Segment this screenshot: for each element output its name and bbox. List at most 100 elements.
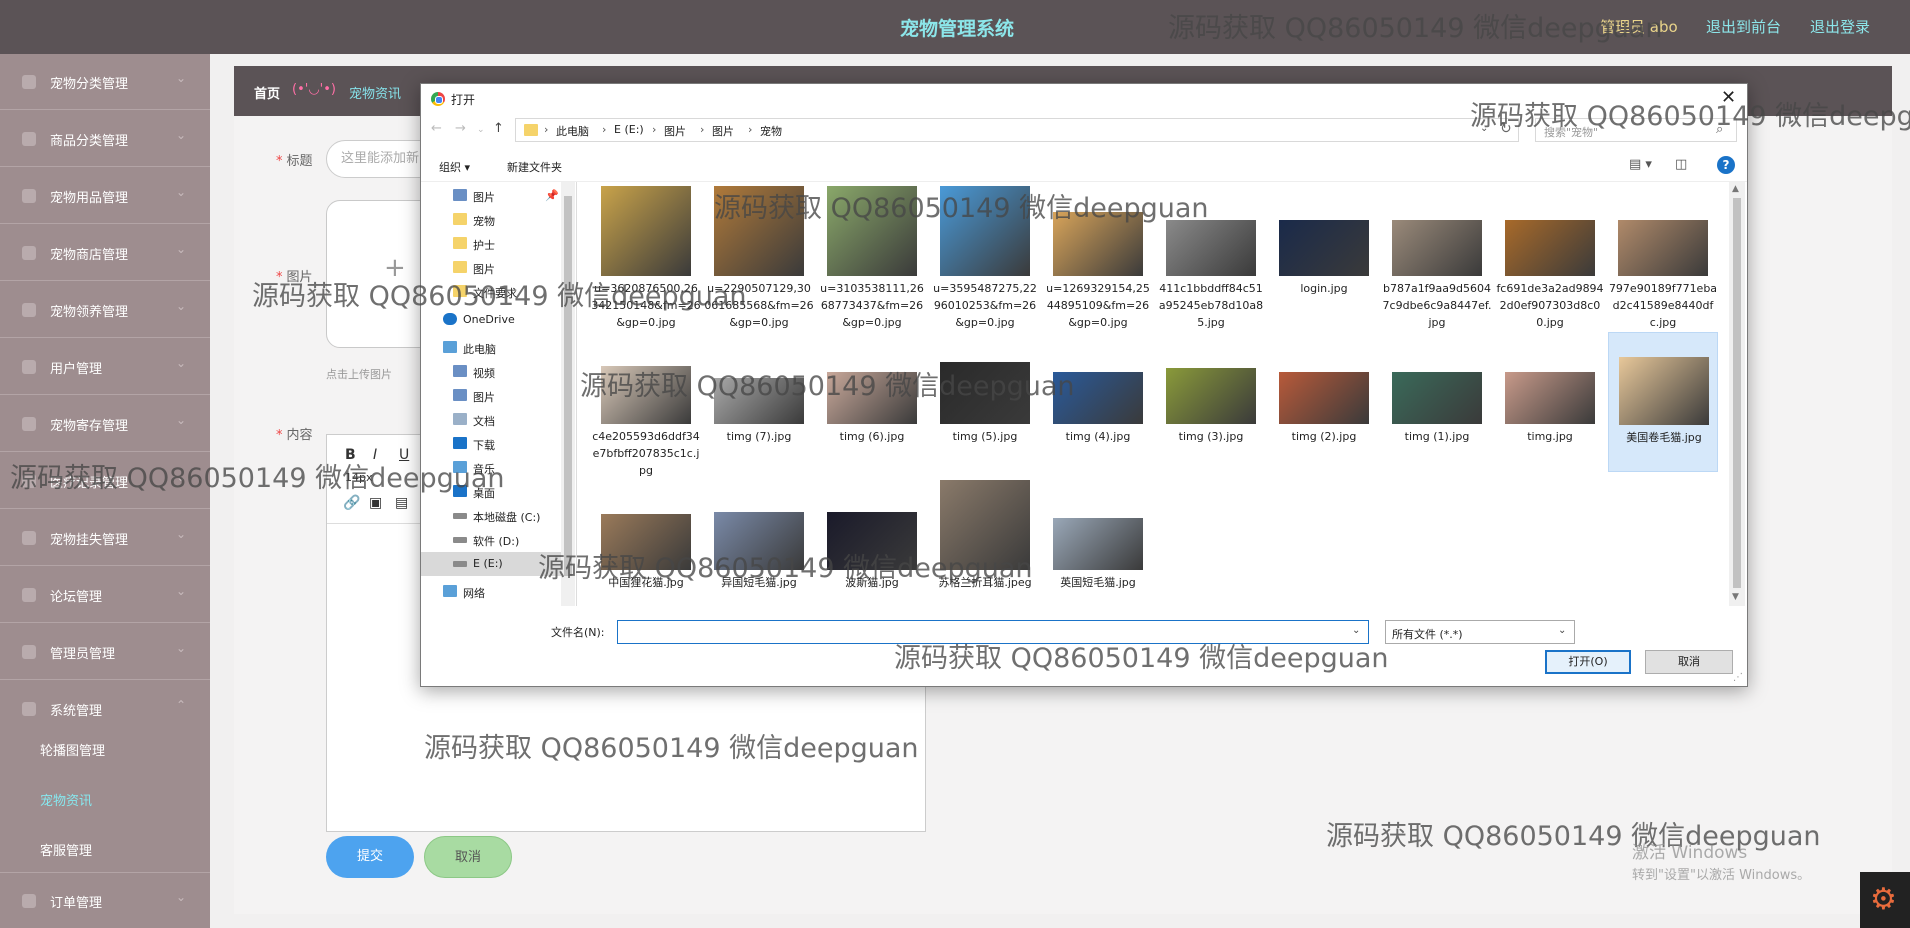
path-segment[interactable]: 此电脑 xyxy=(556,123,589,139)
nav-item-pictures-pinned[interactable]: 图片 📌 xyxy=(421,184,561,208)
refresh-icon[interactable]: ↻ xyxy=(1500,121,1512,137)
file-item[interactable]: timg (5).jpg xyxy=(930,332,1040,472)
cancel-button[interactable]: 取消 xyxy=(424,836,512,878)
file-item[interactable]: 411c1bbddff84c51a95245eb78d10a85.jpg xyxy=(1156,184,1266,329)
file-item[interactable]: u=1269329154,2544895109&fm=26&gp=0.jpg xyxy=(1043,184,1153,329)
file-item[interactable]: u=3103538111,2668773437&fm=26&gp=0.jpg xyxy=(817,184,927,329)
filetype-select[interactable]: 所有文件 (*.*) ⌄ xyxy=(1385,620,1575,644)
sidebar-subitem-customer-service[interactable]: 客服管理 xyxy=(40,840,92,859)
filename-input[interactable]: ⌄ xyxy=(617,620,1369,644)
file-item[interactable]: timg (3).jpg xyxy=(1156,332,1266,472)
link-icon[interactable]: 🔗 xyxy=(343,495,360,511)
video-icon[interactable]: ▤ xyxy=(395,495,408,511)
scroll-up-icon[interactable]: ▲ xyxy=(1732,184,1739,194)
file-item[interactable]: fc691de3a2ad98942d0ef907303d8c00.jpg xyxy=(1495,184,1605,329)
italic-button[interactable]: I xyxy=(373,447,377,463)
font-size-select[interactable]: 14px xyxy=(345,471,373,484)
file-item[interactable]: 中国狸花猫.jpg xyxy=(591,478,701,606)
sidebar-item-admins[interactable]: 管理员管理 ⌄ xyxy=(0,624,210,680)
nav-item-pictures-lib[interactable]: 图片 xyxy=(421,384,561,408)
open-button[interactable]: 打开(O) xyxy=(1545,650,1631,674)
chevron-down-icon[interactable]: ⌄ xyxy=(1480,123,1488,134)
up-arrow-icon[interactable]: ↑ xyxy=(493,121,504,136)
preview-pane-icon[interactable]: ◫ xyxy=(1675,157,1687,172)
sidebar-subitem-pet-news[interactable]: 宠物资讯 xyxy=(40,790,92,809)
dialog-cancel-button[interactable]: 取消 xyxy=(1645,650,1733,674)
chevron-down-icon[interactable]: ⌄ xyxy=(1352,625,1360,636)
nav-item-drive-c[interactable]: 本地磁盘 (C:) xyxy=(421,504,561,528)
file-item[interactable]: u=3595487275,2296010253&fm=26&gp=0.jpg xyxy=(930,184,1040,329)
path-segment[interactable]: 图片 xyxy=(712,123,734,139)
file-item[interactable]: timg (2).jpg xyxy=(1269,332,1379,472)
file-item[interactable]: 797e90189f771ebad2c41589e8440dfc.jpg xyxy=(1608,184,1718,329)
nav-item-onedrive[interactable]: OneDrive xyxy=(421,308,561,332)
sidebar-item-system[interactable]: 系统管理 ⌃ xyxy=(0,681,210,737)
path-segment[interactable]: 图片 xyxy=(664,123,686,139)
sidebar-item-pet-shop[interactable]: 宠物商店管理 ⌄ xyxy=(0,225,210,281)
file-item[interactable]: timg (6).jpg xyxy=(817,332,927,472)
file-item[interactable]: 苏格兰折耳猫.jpeg xyxy=(930,478,1040,606)
submit-button[interactable]: 提交 xyxy=(326,836,414,878)
path-segment[interactable]: 宠物 xyxy=(760,123,782,139)
organize-button[interactable]: 组织 ▾ xyxy=(439,159,470,175)
sidebar-item-pet-category[interactable]: 宠物分类管理 ⌄ xyxy=(0,54,210,110)
file-item[interactable]: timg (7).jpg xyxy=(704,332,814,472)
new-folder-button[interactable]: 新建文件夹 xyxy=(507,159,562,175)
underline-button[interactable]: U xyxy=(399,447,409,463)
file-item[interactable]: 波斯猫.jpg xyxy=(817,478,927,606)
nav-pane-scrollbar[interactable] xyxy=(561,182,575,606)
file-item[interactable]: login.jpg xyxy=(1269,184,1379,324)
sidebar-item-pet-boarding[interactable]: 宠物寄存管理 ⌄ xyxy=(0,396,210,452)
file-grid-scrollbar[interactable]: ▲ ▼ xyxy=(1729,182,1745,606)
file-item[interactable]: c4e205593d6ddf34e7bfbff207835c1c.jpg xyxy=(591,332,701,477)
sidebar-item-goods-category[interactable]: 商品分类管理 ⌄ xyxy=(0,111,210,167)
nav-item-documents[interactable]: 文档 xyxy=(421,408,561,432)
nav-item-pictures[interactable]: 图片 xyxy=(421,256,561,280)
path-segment[interactable]: E (E:) xyxy=(614,123,644,136)
nav-item-drive-e[interactable]: E (E:) xyxy=(421,552,561,576)
sidebar-item-pet-adoption[interactable]: 宠物领养管理 ⌄ xyxy=(0,282,210,338)
view-mode-icon[interactable]: ▤ ▾ xyxy=(1629,157,1652,172)
resize-grip-icon[interactable]: ⋰ xyxy=(1733,672,1743,683)
address-bar[interactable]: › 此电脑 › E (E:) › 图片 › 图片 › 宠物 ⌄ ↻ xyxy=(515,118,1519,142)
nav-item-nurse[interactable]: 护士 xyxy=(421,232,561,256)
scroll-down-icon[interactable]: ▼ xyxy=(1732,592,1739,602)
file-item[interactable]: 异国短毛猫.jpg xyxy=(704,478,814,606)
recent-dropdown-icon[interactable]: ⌄ xyxy=(477,125,485,135)
nav-item-this-pc[interactable]: 此电脑 xyxy=(421,336,561,360)
scrollbar-thumb[interactable] xyxy=(564,196,572,576)
nav-item-drive-d[interactable]: 软件 (D:) xyxy=(421,528,561,552)
file-item[interactable]: u=2290507129,30061685568&fm=26&gp=0.jpg xyxy=(704,184,814,329)
sidebar-item-forum[interactable]: 论坛管理 ⌄ xyxy=(0,567,210,623)
file-item[interactable]: 美国卷毛猫.jpg xyxy=(1608,332,1718,472)
scrollbar-thumb[interactable] xyxy=(1733,198,1741,588)
sidebar-item-medical[interactable]: 医疗记录管理 ⌄ xyxy=(0,453,210,509)
sidebar-item-pet-supplies[interactable]: 宠物用品管理 ⌄ xyxy=(0,168,210,224)
nav-item-pets[interactable]: 宠物 xyxy=(421,208,561,232)
file-item[interactable]: u=3620876500,26342150148&fm=26&gp=0.jpg xyxy=(591,184,701,329)
bold-button[interactable]: B xyxy=(345,447,356,463)
back-arrow-icon[interactable]: ← xyxy=(431,121,442,136)
settings-gear-icon[interactable]: ⚙ xyxy=(1860,872,1910,928)
sidebar-item-users[interactable]: 用户管理 ⌄ xyxy=(0,339,210,395)
sidebar-item-pet-lost[interactable]: 宠物挂失管理 ⌄ xyxy=(0,510,210,566)
nav-item-network[interactable]: 网络 xyxy=(421,580,561,604)
file-item[interactable]: b787a1f9aa9d56047c9dbe6c9a8447ef.jpg xyxy=(1382,184,1492,329)
search-input[interactable]: 搜索"宠物" ⌕ xyxy=(1535,118,1737,142)
file-item[interactable]: timg.jpg xyxy=(1495,332,1605,472)
breadcrumb-home[interactable]: 首页 xyxy=(254,83,280,102)
nav-item-videos[interactable]: 视频 xyxy=(421,360,561,384)
sidebar-subitem-carousel[interactable]: 轮播图管理 xyxy=(40,740,105,759)
image-icon[interactable]: ▣ xyxy=(369,495,382,511)
forward-arrow-icon[interactable]: → xyxy=(455,121,466,136)
nav-item-downloads[interactable]: 下载 xyxy=(421,432,561,456)
file-item[interactable]: timg (4).jpg xyxy=(1043,332,1153,472)
file-item[interactable]: 英国短毛猫.jpg xyxy=(1043,478,1153,606)
logout-link[interactable]: 退出登录 xyxy=(1810,16,1870,37)
close-icon[interactable]: ✕ xyxy=(1721,87,1736,108)
file-item[interactable]: timg (1).jpg xyxy=(1382,332,1492,472)
nav-item-music[interactable]: 音乐 xyxy=(421,456,561,480)
sidebar-item-orders[interactable]: 订单管理 ⌄ xyxy=(0,872,210,928)
nav-item-file-requirements[interactable]: 文件要求 xyxy=(421,280,561,304)
nav-item-desktop[interactable]: 桌面 xyxy=(421,480,561,504)
